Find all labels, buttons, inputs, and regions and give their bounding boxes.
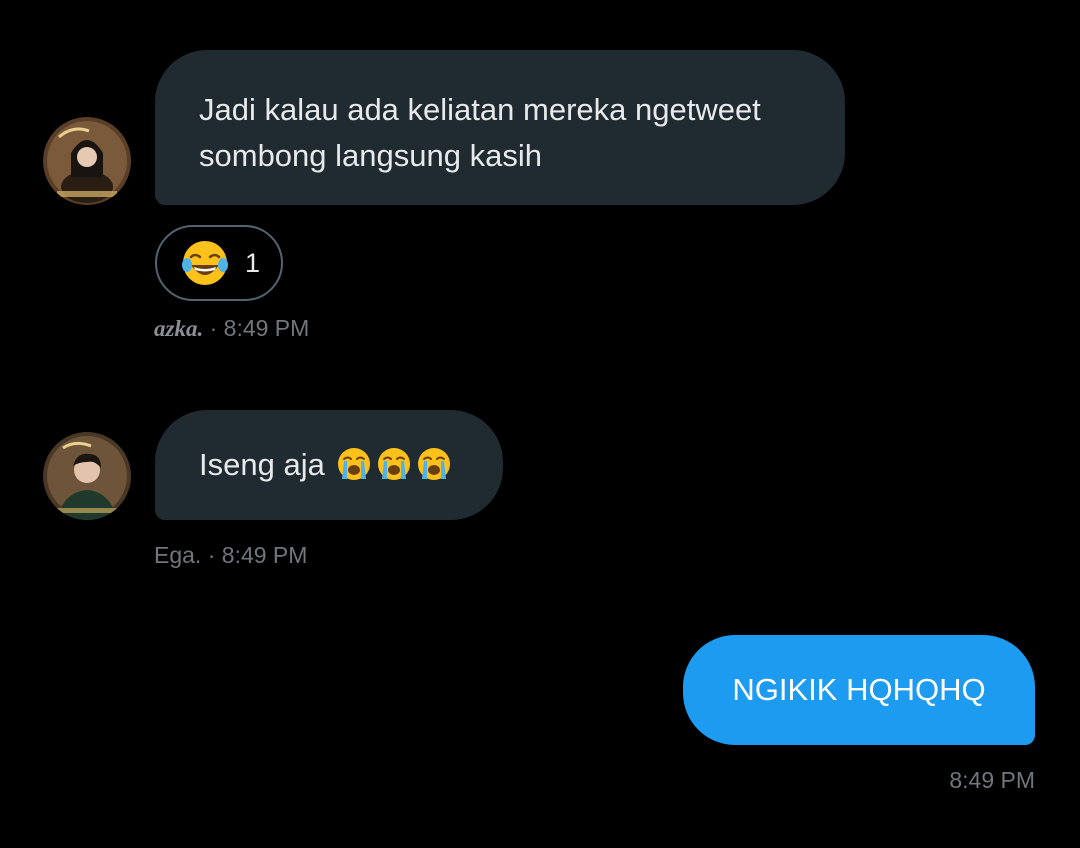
reaction-count: 1	[245, 247, 261, 278]
message-bubble-sent[interactable]: NGIKIK HQHQHQ	[683, 635, 1035, 745]
sender-name[interactable]: azka.	[154, 316, 203, 341]
timestamp: 8:49 PM	[949, 767, 1035, 793]
loudly-crying-face-icon	[338, 448, 371, 480]
timestamp: 8:49 PM	[223, 315, 310, 341]
message-bubble-azka[interactable]: Jadi kalau ada keliatan mereka ngetweet …	[155, 50, 845, 205]
loudly-crying-face-icon	[378, 448, 411, 480]
message-meta-sent: 8:49 PM	[949, 767, 1035, 794]
reaction-chip[interactable]: 1	[155, 225, 283, 301]
message-text: Iseng aja	[199, 447, 334, 482]
sender-name[interactable]: Ega.	[154, 542, 201, 568]
meta-separator: ·	[203, 315, 224, 341]
avatar-ega[interactable]	[43, 432, 131, 520]
message-line-2: sombong langsung kasih	[199, 138, 542, 173]
message-content: Iseng aja	[199, 442, 459, 488]
avatar-azka[interactable]	[43, 117, 131, 205]
message-meta-ega: Ega. · 8:49 PM	[154, 542, 307, 569]
face-with-tears-of-joy-icon	[182, 241, 228, 285]
meta-separator: ·	[201, 542, 222, 568]
message-text: NGIKIK HQHQHQ	[732, 672, 986, 707]
message-line-1: Jadi kalau ada keliatan mereka ngetweet	[199, 92, 761, 127]
message-meta-azka: azka. · 8:49 PM	[154, 315, 309, 342]
timestamp: 8:49 PM	[221, 542, 308, 568]
message-bubble-ega[interactable]: Iseng aja	[155, 410, 503, 520]
loudly-crying-face-icon	[418, 448, 451, 480]
